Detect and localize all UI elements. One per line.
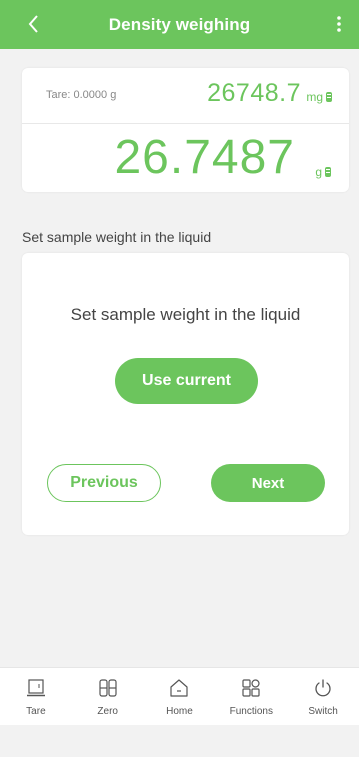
mg-unit-label: mg	[306, 90, 332, 104]
bottom-nav: Tare Zero Home Functions Switch	[0, 667, 359, 725]
nav-label-home: Home	[166, 706, 193, 717]
functions-icon	[240, 677, 262, 699]
app-header: Density weighing	[0, 0, 359, 49]
nav-label-tare: Tare	[26, 706, 46, 717]
g-unit-text: g	[315, 165, 322, 179]
nav-item-zero[interactable]: Zero	[72, 668, 144, 725]
section-label: Set sample weight in the liquid	[22, 229, 212, 245]
nav-item-home[interactable]: Home	[144, 668, 216, 725]
power-icon	[312, 677, 334, 699]
mg-weight-value: 26748.7	[207, 79, 301, 107]
home-icon	[168, 677, 190, 699]
nav-item-functions[interactable]: Functions	[215, 668, 287, 725]
weight-display-card: Tare: 0.0000 g 26748.7 mg 26.7487 g	[22, 68, 349, 192]
tare-icon	[25, 677, 47, 699]
more-vertical-icon	[337, 16, 341, 32]
battery-icon	[325, 167, 331, 177]
tare-row: Tare: 0.0000 g 26748.7 mg	[22, 68, 349, 124]
back-button[interactable]	[22, 12, 46, 36]
battery-icon	[326, 92, 332, 102]
g-weight-value: 26.7487	[114, 131, 295, 184]
next-button[interactable]: Next	[211, 464, 325, 502]
nav-item-switch[interactable]: Switch	[287, 668, 359, 725]
page-title: Density weighing	[108, 14, 251, 34]
chevron-left-icon	[28, 15, 38, 33]
zero-icon	[97, 677, 119, 699]
nav-item-tare[interactable]: Tare	[0, 668, 72, 725]
previous-button[interactable]: Previous	[47, 464, 161, 502]
step-card: Set sample weight in the liquid Use curr…	[22, 253, 349, 535]
nav-label-switch: Switch	[308, 706, 338, 717]
use-current-button[interactable]: Use current	[115, 358, 258, 404]
more-menu-button[interactable]	[329, 12, 349, 36]
nav-label-functions: Functions	[229, 706, 273, 717]
step-instruction: Set sample weight in the liquid	[70, 305, 301, 324]
nav-label-zero: Zero	[97, 706, 118, 717]
tare-value: Tare: 0.0000 g	[46, 89, 117, 101]
system-footer	[0, 725, 359, 757]
mg-unit-text: mg	[306, 90, 323, 104]
g-unit-label: g	[315, 165, 331, 179]
